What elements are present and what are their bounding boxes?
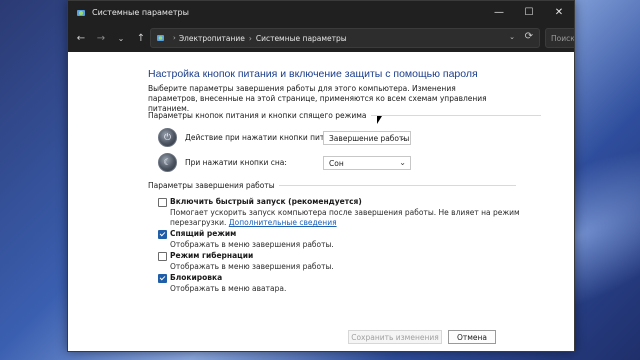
address-bar[interactable]: › Электропитание › Системные параметры ⌄… [150, 28, 540, 48]
breadcrumb-power-options[interactable]: Электропитание [179, 34, 245, 43]
system-settings-window: Системные параметры — ☐ ✕ ← → ⌄ ↑ › Элек… [67, 0, 575, 352]
breadcrumb-root-chevron-icon[interactable]: › [173, 34, 176, 42]
maximize-button[interactable]: ☐ [514, 1, 544, 24]
window-title: Системные параметры [92, 8, 189, 17]
hibernate-label[interactable]: Режим гибернации [170, 251, 253, 260]
shutdown-section-heading: Параметры завершения работы [148, 181, 516, 190]
page-description: Выберите параметры завершения работы для… [148, 84, 487, 113]
more-info-link[interactable]: Дополнительные сведения [229, 218, 337, 227]
power-button-row: ⏻ Действие при нажатии кнопки питания: [158, 128, 346, 147]
chevron-down-icon: ⌄ [399, 158, 406, 167]
sleep-button-action-select[interactable]: Сон ⌄ [323, 156, 411, 170]
search-input[interactable]: Поиск в панели... ⌕ [545, 28, 575, 48]
title-bar: Системные параметры — ☐ ✕ [68, 1, 574, 24]
lock-description: Отображать в меню аватара. [170, 284, 287, 293]
power-button-icon: ⏻ [158, 128, 177, 147]
fast-startup-checkbox[interactable] [158, 198, 167, 207]
power-button-label: Действие при нажатии кнопки питания: [185, 133, 346, 142]
window-controls: — ☐ ✕ [484, 1, 574, 24]
settings-content: Настройка кнопок питания и включение защ… [148, 53, 574, 351]
power-section-title: Параметры кнопок питания и кнопки спящег… [148, 111, 367, 120]
fast-startup-description-2: перезагрузки. Дополнительные сведения [170, 218, 337, 227]
up-arrow-icon[interactable]: ↑ [132, 29, 150, 47]
sleep-checkbox[interactable] [158, 230, 167, 239]
breadcrumb-system-settings[interactable]: Системные параметры [256, 34, 347, 43]
search-placeholder: Поиск в панели... [551, 33, 575, 43]
shutdown-section-title: Параметры завершения работы [148, 181, 275, 190]
sleep-button-icon: ☾ [158, 153, 177, 172]
hibernate-description: Отображать в меню завершения работы. [170, 262, 334, 271]
fast-startup-description: Помогает ускорить запуск компьютера посл… [170, 208, 520, 217]
navigation-bar: ← → ⌄ ↑ › Электропитание › Системные пар… [68, 24, 574, 52]
forward-arrow-icon[interactable]: → [92, 29, 110, 47]
power-buttons-section-heading: Параметры кнопок питания и кнопки спящег… [148, 111, 541, 120]
page-title: Настройка кнопок питания и включение защ… [148, 68, 478, 80]
cancel-button[interactable]: Отмена [448, 330, 496, 344]
sleep-button-action-value: Сон [329, 158, 344, 168]
recent-locations-chevron-icon[interactable]: ⌄ [112, 29, 130, 47]
close-button[interactable]: ✕ [544, 1, 574, 24]
save-changes-button[interactable]: Сохранить изменения [348, 330, 442, 344]
lock-checkbox[interactable] [158, 274, 167, 283]
fast-startup-description-line2: перезагрузки. [170, 218, 227, 227]
sleep-description: Отображать в меню завершения работы. [170, 240, 334, 249]
control-panel-app-icon [77, 9, 85, 16]
power-button-action-value: Завершение работы [329, 133, 410, 143]
sleep-label[interactable]: Спящий режим [170, 229, 236, 238]
sleep-button-label: При нажатии кнопки сна: [185, 158, 287, 167]
mouse-pointer-icon [377, 116, 382, 124]
section-divider [278, 185, 516, 186]
hibernate-checkbox[interactable] [158, 252, 167, 261]
breadcrumb-separator-icon[interactable]: › [249, 34, 252, 43]
fast-startup-label[interactable]: Включить быстрый запуск (рекомендуется) [170, 197, 362, 206]
lock-label[interactable]: Блокировка [170, 273, 222, 282]
chevron-down-icon: ⌄ [399, 133, 406, 142]
refresh-icon[interactable]: ⟳ [525, 31, 533, 42]
back-arrow-icon[interactable]: ← [72, 29, 90, 47]
minimize-button[interactable]: — [484, 1, 514, 24]
sleep-button-row: ☾ При нажатии кнопки сна: [158, 153, 287, 172]
section-divider [370, 115, 541, 116]
power-button-action-select[interactable]: Завершение работы ⌄ [323, 131, 411, 145]
address-dropdown-icon[interactable]: ⌄ [509, 33, 515, 41]
control-panel-breadcrumb-icon [157, 35, 164, 41]
